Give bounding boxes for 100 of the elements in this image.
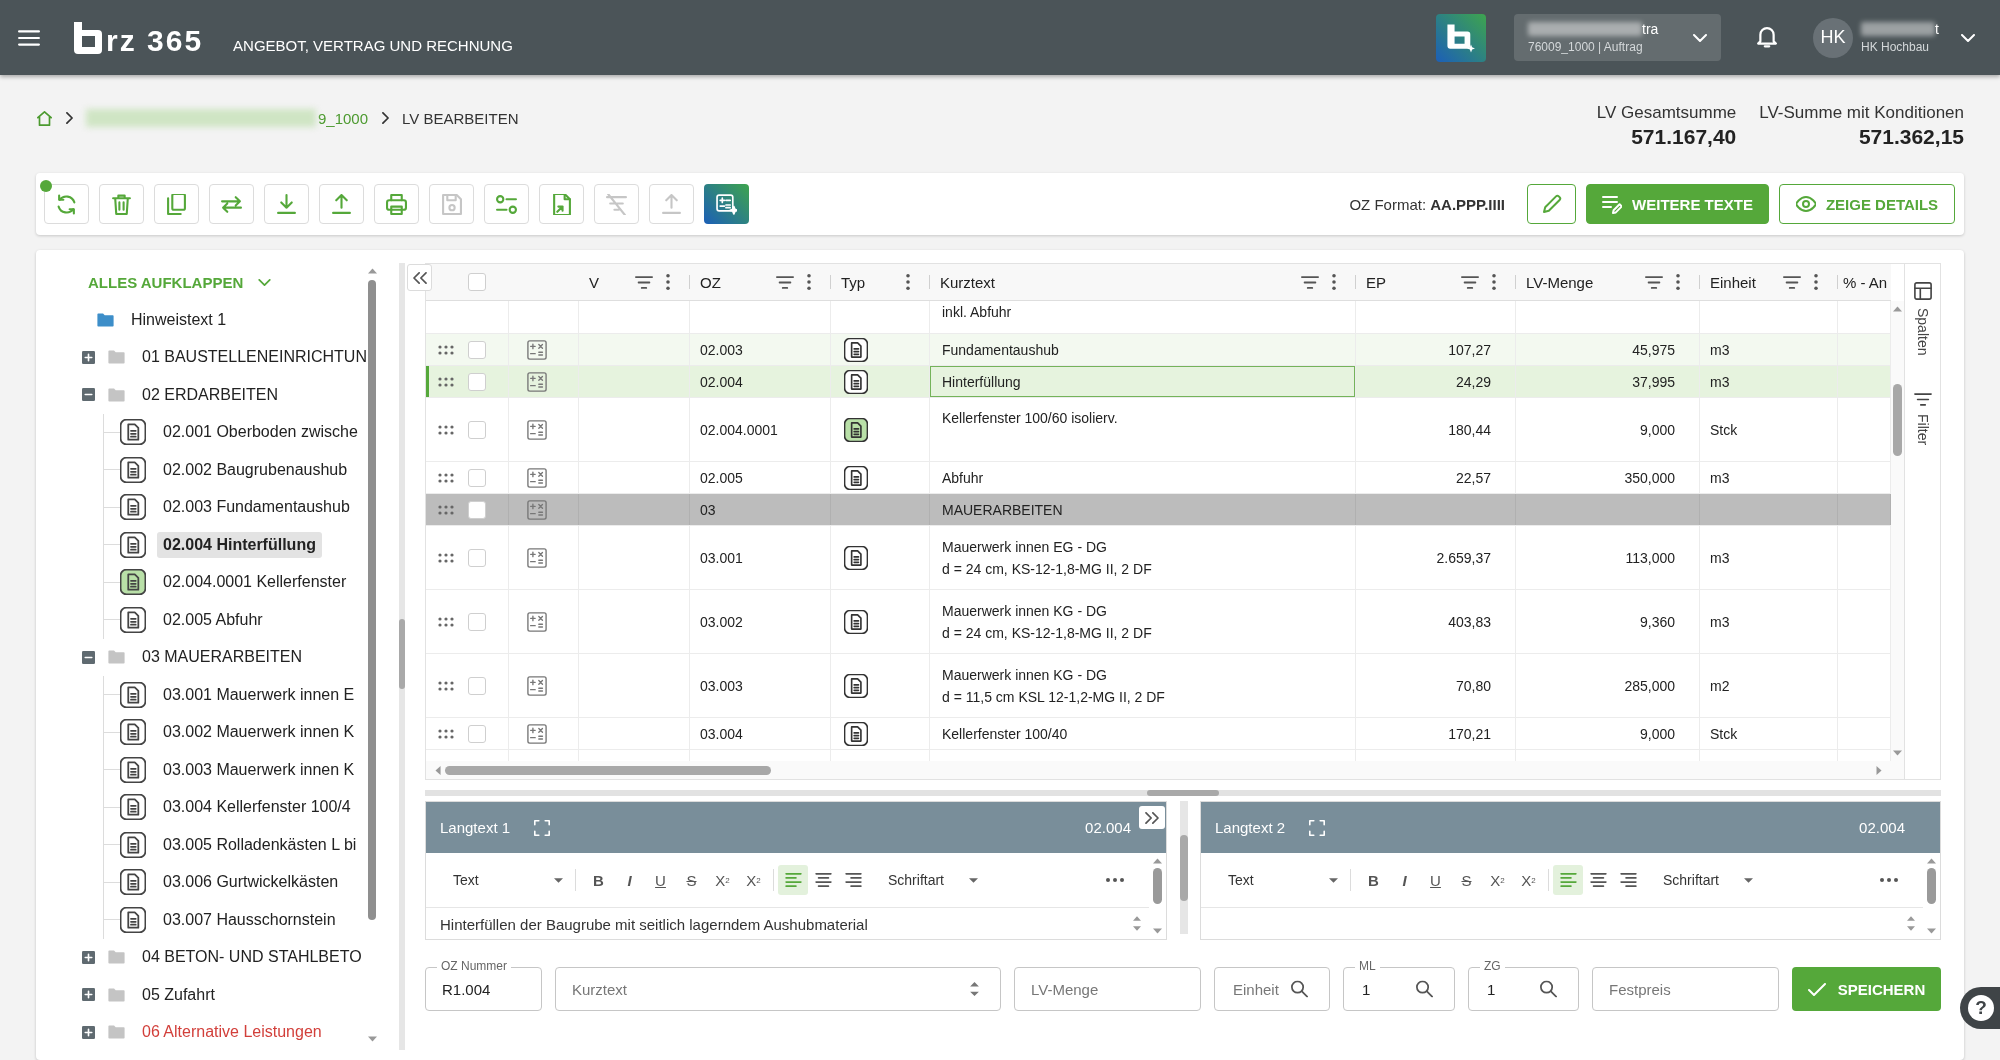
- drag-handle-icon[interactable]: [438, 424, 454, 435]
- scrollbar-thumb[interactable]: [1153, 868, 1162, 904]
- calculator-icon[interactable]: [527, 419, 547, 440]
- underline-button[interactable]: U: [645, 865, 676, 895]
- calculator-icon[interactable]: [527, 499, 547, 520]
- copy-button[interactable]: [154, 184, 199, 224]
- table-row[interactable]: 03.004 Kellerfenster 100/40 170,21 9,000 Stck: [426, 718, 1891, 750]
- help-button[interactable]: ?: [1960, 987, 2000, 1029]
- font-dropdown[interactable]: Schriftart: [880, 864, 982, 896]
- scroll-down-icon[interactable]: [1153, 928, 1162, 934]
- plus-square-icon[interactable]: [82, 1025, 95, 1039]
- column-header[interactable]: V: [589, 273, 635, 291]
- calculator-icon[interactable]: [527, 611, 547, 632]
- input-field[interactable]: LV-Menge: [1014, 967, 1201, 1011]
- up-down-icon[interactable]: [970, 982, 979, 996]
- column-header[interactable]: % - An: [1843, 273, 1891, 291]
- scroll-right-icon[interactable]: [1876, 765, 1882, 775]
- input-field[interactable]: Festpreis: [1592, 967, 1779, 1011]
- tree-item[interactable]: 03.003 Mauerwerk innen K: [157, 756, 361, 783]
- drag-handle-icon[interactable]: [438, 680, 454, 691]
- export-button[interactable]: [539, 184, 584, 224]
- drag-handle-icon[interactable]: [438, 472, 454, 483]
- scroll-down-icon[interactable]: [1907, 926, 1915, 931]
- search-icon[interactable]: [1540, 980, 1557, 998]
- scrollbar-thumb[interactable]: [368, 280, 376, 920]
- kebab-menu-icon[interactable]: [1676, 274, 1680, 290]
- scrollbar-thumb[interactable]: [445, 765, 771, 775]
- checkbox[interactable]: [468, 340, 486, 359]
- drag-handle-icon[interactable]: [438, 728, 454, 739]
- download-button[interactable]: [264, 184, 309, 224]
- filter-icon[interactable]: [1461, 275, 1479, 289]
- filter-icon[interactable]: [776, 275, 794, 289]
- italic-button[interactable]: I: [614, 865, 645, 895]
- kebab-menu-icon[interactable]: [906, 274, 910, 290]
- chevron-down-icon[interactable]: [1961, 33, 1975, 42]
- superscript-button[interactable]: X$^{2}$: [1513, 865, 1544, 895]
- delete-button[interactable]: [99, 184, 144, 224]
- table-row[interactable]: 02.005 Abfuhr 22,57 350,000 m3: [426, 462, 1891, 494]
- calculator-icon[interactable]: [527, 371, 547, 392]
- checkbox[interactable]: [468, 612, 486, 631]
- plus-square-icon[interactable]: [82, 950, 95, 964]
- side-tab[interactable]: Spalten: [1913, 282, 1932, 356]
- strikethrough-button[interactable]: S: [1451, 865, 1482, 895]
- filter-icon[interactable]: [1301, 275, 1319, 289]
- checkbox[interactable]: [468, 500, 486, 519]
- scroll-left-icon[interactable]: [435, 765, 441, 775]
- table-row[interactable]: 03.003 Mauerwerk innen KG - DG d = 11,5 cm KSL 12-1,2-MG II, 2 DF 70,80 285,000 m2: [426, 654, 1891, 718]
- upload-button[interactable]: [319, 184, 364, 224]
- kebab-menu-icon[interactable]: [666, 274, 670, 290]
- search-icon[interactable]: [1416, 980, 1433, 998]
- filter-icon[interactable]: [635, 275, 653, 289]
- drag-handle-icon[interactable]: [438, 376, 454, 387]
- home-icon[interactable]: [37, 110, 52, 126]
- tree-item[interactable]: 04 BETON- UND STAHLBETO: [136, 944, 366, 971]
- tree-item[interactable]: Hinweistext 1: [125, 306, 233, 333]
- plus-square-icon[interactable]: [82, 350, 95, 364]
- splitter-handle[interactable]: [1179, 835, 1188, 901]
- print-button[interactable]: [374, 184, 419, 224]
- tree-item[interactable]: 02.004.0001 Kellerfenster: [157, 569, 353, 596]
- side-tab[interactable]: Filter: [1913, 393, 1932, 446]
- combo-field[interactable]: Kurztext: [555, 967, 1001, 1011]
- expand-icon[interactable]: [1309, 819, 1326, 836]
- calculator-icon[interactable]: [527, 723, 547, 744]
- calculator-icon[interactable]: [527, 339, 547, 360]
- menu-icon[interactable]: [18, 29, 40, 46]
- tree-item[interactable]: 02.004 Hinterfüllung: [157, 531, 322, 558]
- tree-item[interactable]: 01 BAUSTELLENEINRICHTUN: [136, 344, 366, 371]
- column-header[interactable]: Einheit: [1710, 273, 1783, 291]
- scroll-up-icon[interactable]: [1907, 916, 1915, 921]
- scroll-up-icon[interactable]: [1153, 858, 1162, 864]
- superscript-button[interactable]: X$^{2}$: [738, 865, 769, 895]
- kebab-menu-icon[interactable]: [1814, 274, 1818, 290]
- bold-button[interactable]: B: [1358, 865, 1389, 895]
- scroll-up-icon[interactable]: [1133, 916, 1141, 921]
- scroll-down-icon[interactable]: [1893, 750, 1902, 756]
- kebab-menu-icon[interactable]: [1492, 274, 1496, 290]
- scroll-up-icon[interactable]: [367, 268, 377, 274]
- drag-handle-icon[interactable]: [438, 552, 454, 563]
- tree-item[interactable]: 03.004 Kellerfenster 100/4: [157, 794, 357, 821]
- edit-button[interactable]: [1527, 184, 1576, 224]
- underline-button[interactable]: U: [1420, 865, 1451, 895]
- checkbox[interactable]: [468, 724, 486, 743]
- table-row[interactable]: 03.002 Mauerwerk innen KG - DG d = 24 cm, KS-12-1,8-MG II, 2 DF 403,83 9,360 m3: [426, 590, 1891, 654]
- more-icon[interactable]: [1880, 878, 1898, 882]
- tree-item[interactable]: 02.005 Abfuhr: [157, 606, 269, 633]
- collapse-button[interactable]: [407, 264, 432, 291]
- more-icon[interactable]: [1106, 878, 1124, 882]
- tree-item[interactable]: 03.007 Hausschornstein: [157, 906, 342, 933]
- splitter-handle[interactable]: [1147, 790, 1219, 796]
- minus-square-icon[interactable]: [82, 650, 95, 664]
- scrollbar-thumb[interactable]: [1927, 868, 1936, 904]
- table-row[interactable]: 03.001 Mauerwerk innen EG - DG d = 24 cm, KS-12-1,8-MG II, 2 DF 2.659,37 113,000 m3: [426, 526, 1891, 590]
- user-avatar[interactable]: HK: [1813, 17, 1853, 58]
- tree-item[interactable]: 05 Zufahrt: [136, 981, 221, 1008]
- calculator-icon[interactable]: [527, 675, 547, 696]
- scroll-down-icon[interactable]: [367, 1036, 377, 1042]
- tree-item[interactable]: 02.001 Oberboden zwische: [157, 419, 364, 446]
- table-row[interactable]: 02.003 Fundamentaushub 107,27 45,975 m3: [426, 334, 1891, 366]
- scroll-up-icon[interactable]: [1893, 306, 1902, 312]
- column-header[interactable]: OZ: [700, 273, 776, 291]
